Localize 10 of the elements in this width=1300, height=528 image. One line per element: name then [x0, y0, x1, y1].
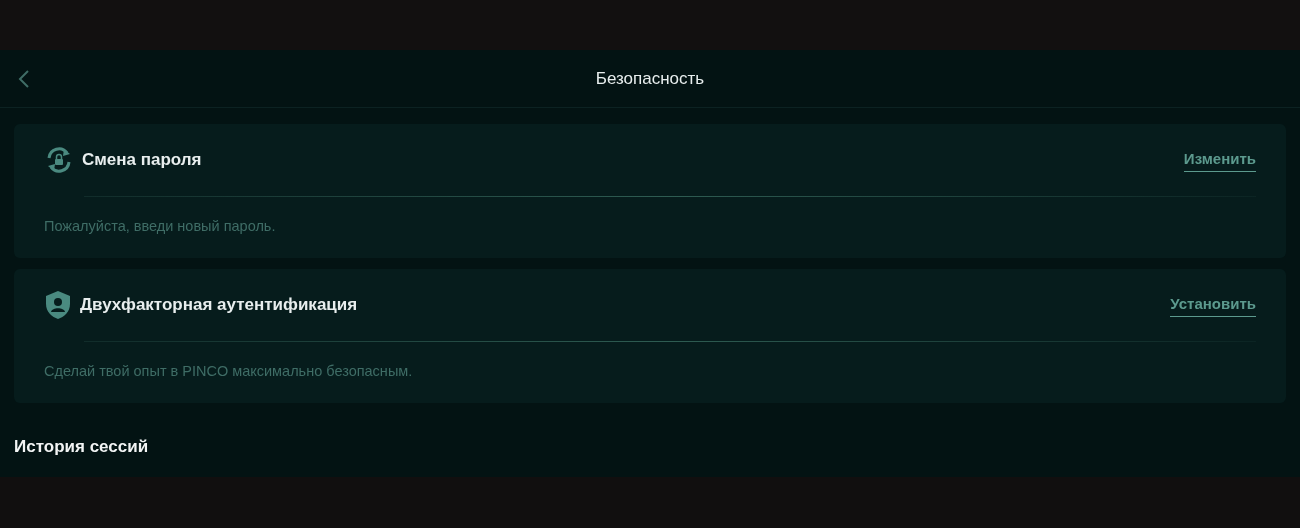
- page-title: Безопасность: [595, 67, 705, 90]
- shield-user-icon: [44, 289, 72, 320]
- card-title: Двухфакторная аутентификация: [80, 294, 358, 316]
- card-description: Сделай твой опыт в PINCO максимально безопасным.: [44, 361, 414, 381]
- card-title: Смена пароля: [82, 149, 202, 172]
- section-heading: История сессий: [13, 435, 150, 458]
- action-link[interactable]: Установить: [1170, 292, 1256, 317]
- card-description: Пожалуйста, введи новый пароль.: [44, 217, 277, 236]
- chevron-left-icon: [18, 68, 30, 89]
- action-link[interactable]: Изменить: [1183, 147, 1256, 173]
